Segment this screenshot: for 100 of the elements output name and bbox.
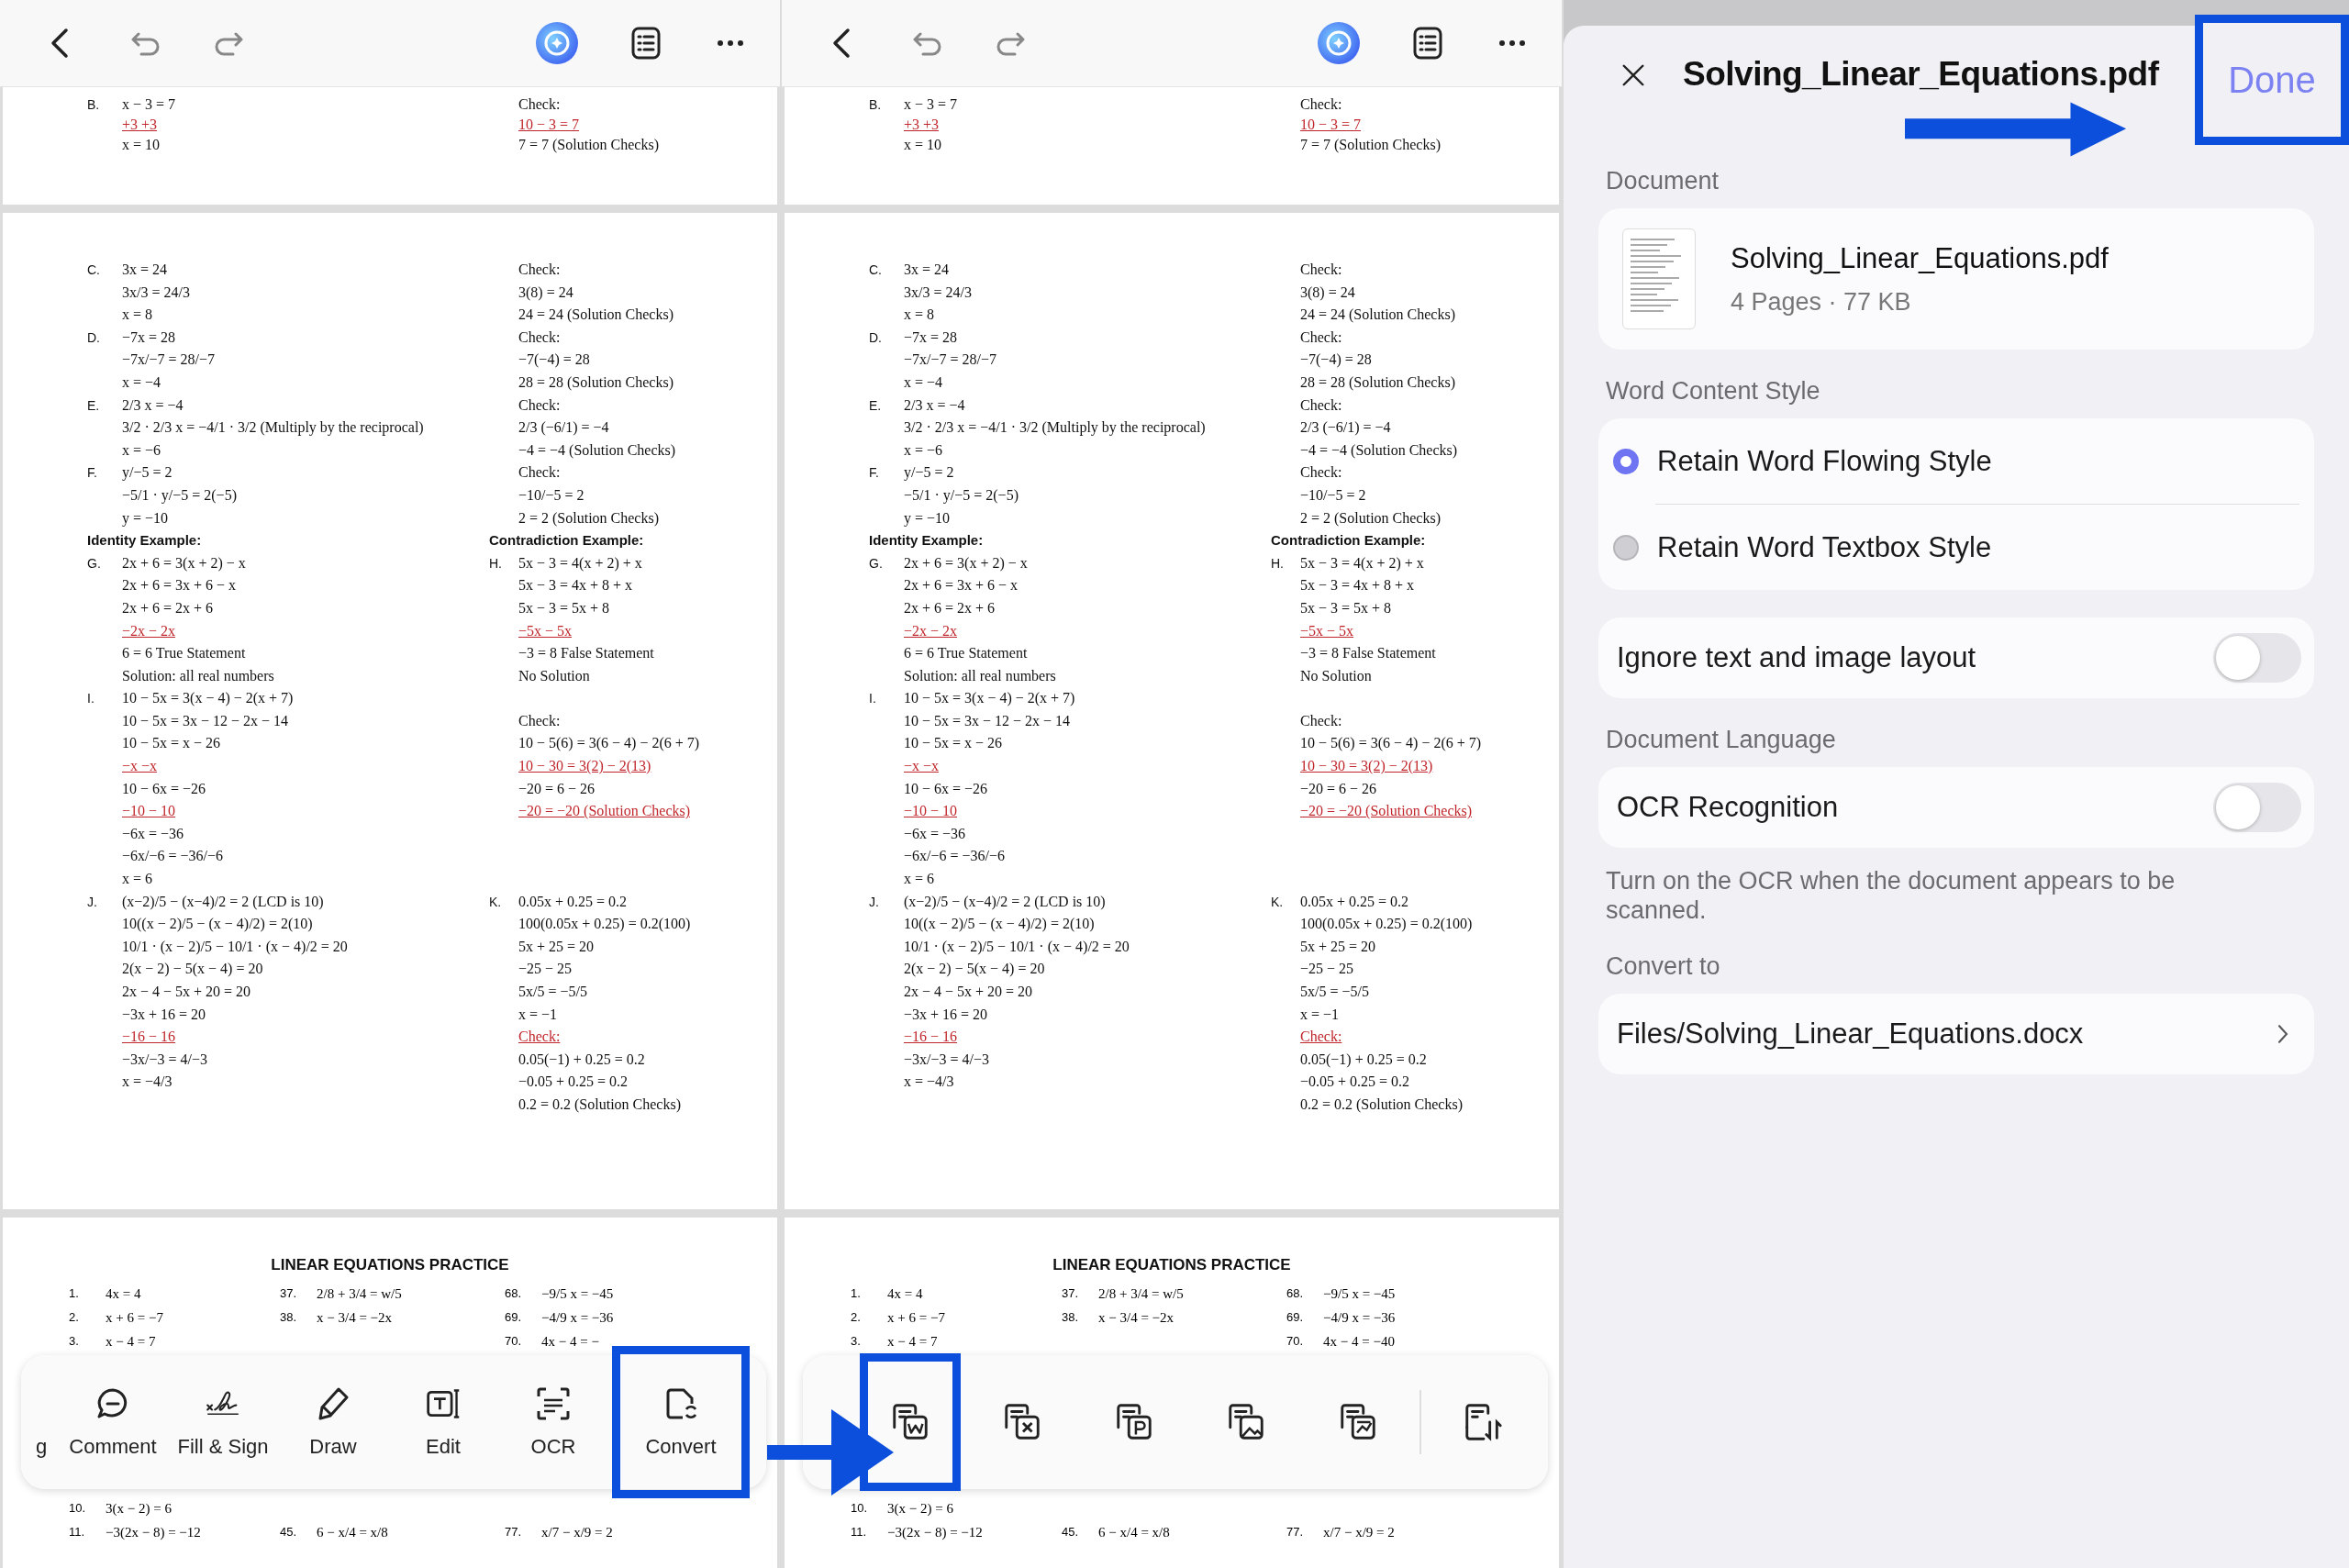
equation-text: −0.05 + 0.25 = 0.2 <box>1300 1073 1410 1090</box>
equation-text: −9/5 x = −45 <box>541 1285 614 1303</box>
problem-label: G. <box>869 555 883 571</box>
sheet-title: Solving_Linear_Equations.pdf <box>1683 55 2159 94</box>
equation-text: 10 − 5x = x − 26 <box>904 735 1003 751</box>
equation-text: −3(2x − 8) = −12 <box>106 1524 201 1541</box>
equation-text: x − 4 = 7 <box>887 1333 938 1351</box>
radio-button[interactable] <box>1613 448 1639 474</box>
problem-label: H. <box>489 555 502 571</box>
toolbar-button[interactable]: Draw <box>278 1353 388 1491</box>
problem-label: J. <box>87 894 97 909</box>
equation-text: x = 10 <box>122 137 161 152</box>
toolbar-button[interactable]: Edit <box>388 1353 498 1491</box>
problem-label: K. <box>489 894 502 909</box>
equation-text: 2x + 6 = 3(x + 2) − x <box>122 554 246 571</box>
equation-text: −10/−5 = 2 <box>1300 486 1366 503</box>
option-label[interactable]: Retain Word Flowing Style <box>1657 444 1992 478</box>
equation-text: 5x − 3 = 4(x + 2) + x <box>518 554 642 571</box>
toggle-switch[interactable] <box>2213 633 2301 683</box>
destination-row[interactable]: Files/Solving_Linear_Equations.docx <box>1598 994 2314 1074</box>
section-label: Document <box>1605 166 1720 196</box>
example-heading: Identity Example: <box>87 532 202 549</box>
problem-number: 68. <box>505 1285 523 1302</box>
example-heading: Contradiction Example: <box>489 532 644 549</box>
sparkle-badge-icon[interactable] <box>1316 20 1362 66</box>
toolbar-button[interactable]: Comment <box>58 1353 168 1491</box>
equation-text: y = −10 <box>122 509 169 526</box>
equation-text: 6 − x/4 = x/8 <box>1098 1524 1170 1541</box>
equation-text: 2/3 x = −4 <box>904 396 965 413</box>
equation-text: 2/3 x = −4 <box>122 396 184 413</box>
equation-text: x = 8 <box>904 306 935 323</box>
equation-text: −x −x <box>904 758 940 774</box>
equation-text: −6x = −36 <box>122 825 184 841</box>
toolbar-button[interactable]: Fill & Sign <box>168 1353 278 1491</box>
equation-text: 3(x − 2) = 6 <box>887 1500 953 1518</box>
equation-text: Check: <box>518 712 561 728</box>
equation-text: −3x/−3 = 4/−3 <box>122 1051 207 1067</box>
problem-number: 69. <box>505 1309 523 1326</box>
problem-number: 37. <box>1062 1285 1080 1302</box>
equation-text: 28 = 28 (Solution Checks) <box>518 373 674 390</box>
equation-text: 10((x − 2)/5 − (x − 4)/2) = 2(10) <box>904 916 1095 932</box>
problem-label: F. <box>87 465 97 481</box>
equation-text: Solution: all real numbers <box>122 667 274 684</box>
equation-text: −9/5 x = −45 <box>1323 1285 1396 1303</box>
problem-label: D. <box>87 329 100 345</box>
hint-text: Turn on the OCR when the document appears to be scanned. <box>1605 866 2176 925</box>
setting-label: OCR Recognition <box>1617 791 1839 824</box>
toolbar-button[interactable]: OCR <box>498 1353 608 1491</box>
equation-text: 0.2 = 0.2 (Solution Checks) <box>518 1095 681 1112</box>
problem-number: 2. <box>851 1309 862 1326</box>
problem-label: B. <box>87 97 100 112</box>
equation-text: −3 = 8 False Statement <box>1300 645 1436 662</box>
equation-text: No Solution <box>518 667 590 684</box>
problem-number: 77. <box>505 1524 523 1540</box>
equation-text: 10 − 5(6) = 3(6 − 4) − 2(6 + 7) <box>1300 735 1482 751</box>
equation-text: −4/9 x = −36 <box>541 1309 614 1327</box>
equation-text: x + 6 = −7 <box>887 1309 945 1327</box>
problem-label: E. <box>87 397 100 413</box>
equation-text: 6 = 6 True Statement <box>122 645 246 662</box>
problem-number: 11. <box>851 1524 868 1540</box>
equation-text: −5x − 5x <box>1300 622 1354 639</box>
problem-number: 77. <box>1286 1524 1305 1540</box>
section-label: Document Language <box>1605 725 1837 755</box>
equation-text: −4/9 x = −36 <box>1323 1309 1396 1327</box>
equation-text: x = −4/3 <box>122 1073 173 1090</box>
equation-text: x = −1 <box>1300 1006 1340 1022</box>
toggle-switch[interactable] <box>2213 783 2301 832</box>
equation-text: −0.05 + 0.25 = 0.2 <box>518 1073 629 1090</box>
problem-number: 2. <box>69 1309 80 1326</box>
equation-text: 0.05x + 0.25 = 0.2 <box>1300 893 1409 909</box>
equation-text: 2/3 (−6/1) = −4 <box>1300 419 1391 436</box>
equation-text: Check: <box>1300 464 1342 481</box>
equation-text: 3/2 · 2/3 x = −4/1 · 3/2 (Multiply by the reciprocal) <box>904 419 1206 436</box>
equation-text: −20 = 6 − 26 <box>518 780 596 796</box>
radio-button[interactable] <box>1613 534 1639 561</box>
equation-text: 2x − 4 − 5x + 20 = 20 <box>904 984 1033 999</box>
equation-text: x − 3 = 7 <box>122 96 176 112</box>
equation-text: x = −1 <box>518 1006 558 1022</box>
toolbar-button[interactable]: Convert <box>612 1346 750 1498</box>
section-label: Convert to <box>1605 951 1721 982</box>
close-icon[interactable] <box>1620 62 1646 88</box>
equation-text: 2/8 + 3/4 = w/5 <box>1098 1285 1184 1303</box>
problem-number: 70. <box>1286 1333 1305 1350</box>
equation-text: 2/8 + 3/4 = w/5 <box>317 1285 402 1303</box>
toolbar-button[interactable]: g <box>25 1353 58 1491</box>
scan-frame-icon <box>535 1385 572 1422</box>
equation-text: 4x = 4 <box>106 1285 141 1303</box>
problem-number: 37. <box>280 1285 298 1302</box>
equation-text: 4x − 4 = − <box>541 1333 599 1351</box>
equation-text: 2x + 6 = 2x + 6 <box>122 599 214 616</box>
option-label[interactable]: Retain Word Textbox Style <box>1657 530 1992 564</box>
equation-text: 10 − 5x = 3x − 12 − 2x − 14 <box>904 712 1071 728</box>
equation-text: 24 = 24 (Solution Checks) <box>1300 306 1455 323</box>
problem-label: F. <box>869 465 879 481</box>
equation-text: −4 = −4 (Solution Checks) <box>518 441 676 458</box>
sparkle-badge-icon[interactable] <box>534 20 580 66</box>
setting-label: Ignore text and image layout <box>1617 641 1976 674</box>
problem-number: 11. <box>69 1524 86 1540</box>
equation-text: 2x + 6 = 3x + 6 − x <box>122 577 237 594</box>
equation-text: 5x − 3 = 4x + 8 + x <box>1300 577 1415 594</box>
